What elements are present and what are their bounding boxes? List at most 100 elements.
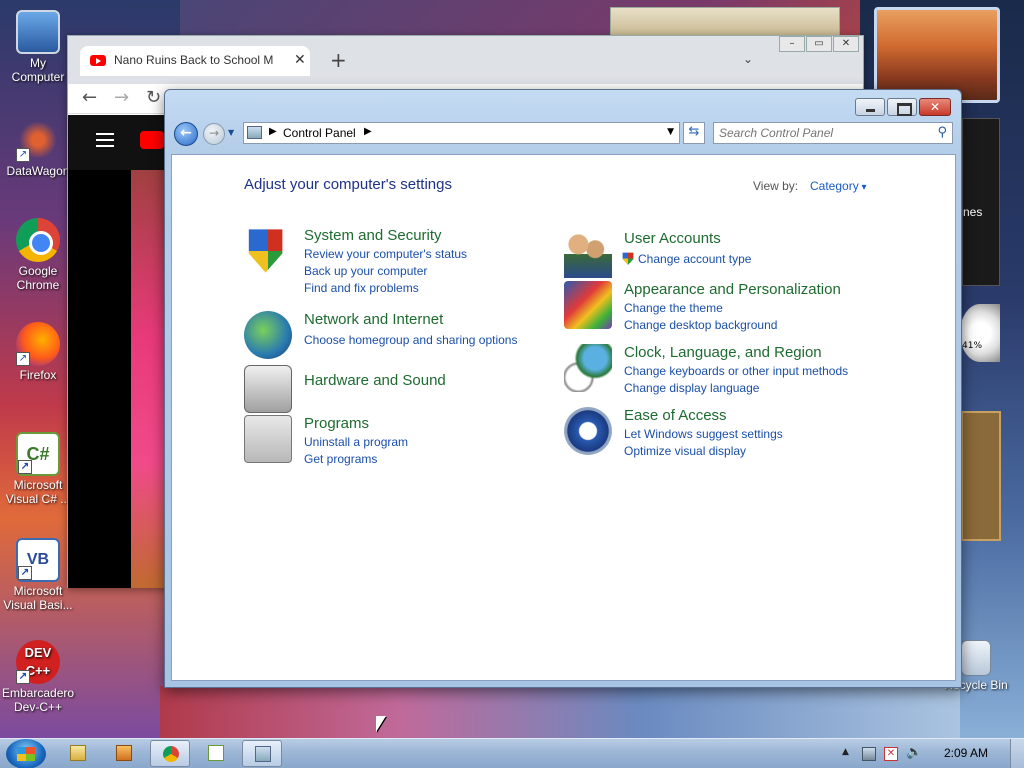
taskbar-media-player[interactable] [104, 740, 144, 767]
taskbar-explorer[interactable] [58, 740, 98, 767]
taskbar-clock[interactable]: 2:09 AM [944, 746, 988, 760]
breadcrumb-chevron-icon[interactable]: ▶ [364, 126, 372, 137]
clock-globe-icon[interactable] [564, 344, 612, 392]
printer-icon[interactable] [244, 365, 292, 413]
link-suggest-settings[interactable]: Let Windows suggest settings [624, 427, 783, 441]
close-button[interactable]: ✕ [919, 98, 951, 116]
category-title[interactable]: Ease of Access [624, 407, 727, 424]
browser-restore-button[interactable]: ▭ [806, 36, 832, 52]
recycle-bin-icon [961, 640, 991, 676]
recent-pages-dropdown[interactable]: ▼ [228, 128, 234, 137]
thumbnail-strip-gadget[interactable] [610, 7, 840, 37]
cp-window-controls: ✕ [853, 98, 951, 116]
browser-window-controls: – ▭ ✕ [778, 36, 859, 52]
view-by-dropdown[interactable]: Category [810, 179, 867, 193]
cp-content-area: Adjust your computer's settings View by:… [171, 154, 956, 681]
link-back-up[interactable]: Back up your computer [304, 264, 427, 278]
media-gadget[interactable]: nes [962, 118, 1000, 286]
link-change-account-type[interactable]: Change account type [622, 252, 751, 266]
maximize-button[interactable] [887, 98, 917, 116]
link-change-background[interactable]: Change desktop background [624, 318, 777, 332]
address-dropdown-icon[interactable]: ▼ [667, 127, 674, 137]
chrome-icon [163, 746, 179, 762]
category-title[interactable]: Network and Internet [304, 311, 443, 328]
category-title[interactable]: Appearance and Personalization [624, 281, 841, 298]
new-tab-button[interactable]: + [330, 48, 347, 72]
link-uninstall[interactable]: Uninstall a program [304, 435, 408, 449]
firefox-icon: ↗ [16, 322, 60, 366]
show-desktop-button[interactable] [1010, 739, 1024, 768]
refresh-button[interactable]: ⇆ [683, 122, 705, 144]
link-change-display-language[interactable]: Change display language [624, 381, 759, 395]
volume-icon[interactable]: 🔈 [906, 746, 922, 761]
desktop-icon-chrome[interactable]: Google Chrome [2, 218, 74, 292]
link-review-status[interactable]: Review your computer's status [304, 247, 467, 261]
programs-icon[interactable] [244, 415, 292, 463]
category-title[interactable]: User Accounts [624, 230, 721, 247]
link-change-theme[interactable]: Change the theme [624, 301, 723, 315]
forward-arrow-icon[interactable]: → [114, 87, 129, 108]
users-icon[interactable] [564, 230, 612, 278]
category-title[interactable]: System and Security [304, 227, 442, 244]
cpu-meter-value: 41% [962, 341, 983, 351]
back-button[interactable]: ← [174, 122, 198, 146]
appearance-icon[interactable] [564, 281, 612, 329]
link-get-programs[interactable]: Get programs [304, 452, 377, 466]
visual-basic-icon: VB ↗ [16, 538, 60, 582]
cpu-meter-gadget[interactable] [960, 304, 1000, 362]
visual-csharp-icon: C# ↗ [16, 432, 60, 476]
action-center-icon[interactable]: ✕ [884, 747, 898, 761]
taskbar-visual-csharp[interactable] [196, 740, 236, 767]
ease-of-access-icon[interactable] [564, 407, 612, 455]
shield-icon[interactable] [248, 229, 283, 273]
browser-tab[interactable]: Nano Ruins Back to School M [80, 46, 310, 76]
category-title[interactable]: Hardware and Sound [304, 372, 446, 389]
breadcrumb-control-panel[interactable]: Control Panel [283, 126, 356, 140]
youtube-logo[interactable] [140, 131, 164, 149]
desktop-icon-visual-basic[interactable]: VB ↗ Microsoft Visual Basi... [2, 538, 74, 612]
cp-navigation-bar: ← → ▼ ▶ Control Panel ▶ ▼ ⇆ ⚲ [165, 118, 961, 150]
wallpaper-bottom [160, 686, 960, 740]
cp-title-bar[interactable]: ✕ [165, 90, 961, 118]
datawagon-icon: ↗ [16, 118, 60, 162]
category-title[interactable]: Programs [304, 415, 369, 432]
desktop-icon-visual-csharp[interactable]: C# ↗ Microsoft Visual C# ... [2, 432, 74, 506]
control-panel-icon [247, 126, 262, 139]
category-title[interactable]: Clock, Language, and Region [624, 344, 822, 361]
control-panel-icon [255, 746, 271, 762]
search-icon[interactable]: ⚲ [937, 125, 947, 140]
link-change-keyboards[interactable]: Change keyboards or other input methods [624, 364, 848, 378]
back-arrow-icon[interactable]: ← [82, 87, 97, 108]
link-find-fix[interactable]: Find and fix problems [304, 281, 419, 295]
search-box[interactable]: ⚲ [713, 122, 953, 144]
taskbar-chrome[interactable] [150, 740, 190, 767]
tab-close-button[interactable]: ✕ [294, 52, 306, 68]
desktop-icon-my-computer[interactable]: My Computer [2, 10, 74, 84]
address-bar[interactable]: ▶ Control Panel ▶ ▼ [243, 122, 680, 144]
system-tray: ▲ ✕ 🔈 2:09 AM [834, 739, 1024, 768]
desktop-icon-datawagon[interactable]: ↗ DataWagon [2, 118, 74, 178]
reload-icon[interactable]: ↻ [146, 87, 161, 108]
desktop-icon-devcpp[interactable]: DEV C++ ↗ Embarcadero Dev-C++ [2, 640, 74, 714]
hamburger-menu-icon[interactable] [96, 133, 114, 147]
browser-close-button[interactable]: ✕ [833, 36, 859, 52]
taskbar-control-panel[interactable] [242, 740, 282, 767]
minimize-button[interactable] [855, 98, 885, 116]
link-optimize-display[interactable]: Optimize visual display [624, 444, 746, 458]
video-frame [131, 170, 166, 588]
picture-puzzle-gadget[interactable] [961, 411, 1001, 541]
page-title: Adjust your computer's settings [244, 176, 452, 193]
start-button[interactable] [6, 739, 46, 768]
desktop-icon-firefox[interactable]: ↗ Firefox [2, 322, 74, 382]
network-tray-icon[interactable] [862, 747, 876, 761]
tab-search-button[interactable]: ⌄ [743, 52, 753, 66]
link-homegroup[interactable]: Choose homegroup and sharing options [304, 333, 517, 347]
browser-minimize-button[interactable]: – [779, 36, 805, 52]
control-panel-window[interactable]: ✕ ← → ▼ ▶ Control Panel ▶ ▼ ⇆ ⚲ Adjust y… [164, 89, 962, 688]
forward-button[interactable]: → [203, 123, 225, 145]
show-hidden-icons-icon[interactable]: ▲ [842, 747, 849, 757]
breadcrumb-root-chevron-icon[interactable]: ▶ [269, 126, 277, 137]
search-input[interactable] [714, 123, 924, 143]
chrome-icon [16, 218, 60, 262]
network-icon[interactable] [244, 311, 292, 359]
